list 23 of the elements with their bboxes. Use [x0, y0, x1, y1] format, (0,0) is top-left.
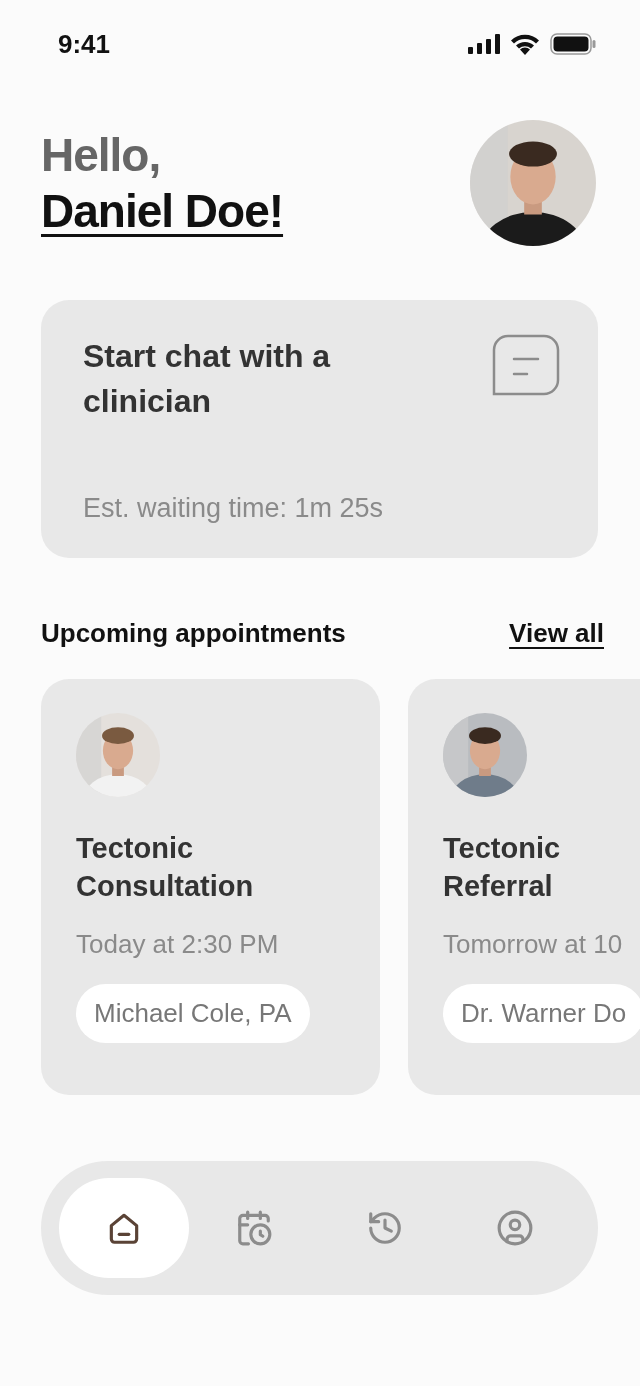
battery-icon: [550, 33, 596, 55]
appointment-card[interactable]: Tectonic Referral Tomorrow at 10 Dr. Warner Do: [408, 679, 640, 1095]
greeting-text: Hello,: [41, 128, 162, 183]
clinician-chip: Michael Cole, PA: [76, 984, 310, 1043]
calendar-clock-icon: [235, 1209, 274, 1247]
chat-card[interactable]: Start chat with a clinician Est. waiting time: 1m 25s: [41, 300, 598, 558]
status-time: 9:41: [58, 28, 111, 60]
appointment-time: Today at 2:30 PM: [76, 929, 279, 960]
chat-card-title: Start chat with a clinician: [83, 337, 332, 421]
waiting-time: Est. waiting time: 1m 25s: [83, 493, 385, 524]
section-title: Upcoming appointments: [41, 618, 346, 649]
profile-icon: [496, 1209, 534, 1247]
clinician-chip: Dr. Warner Do: [443, 984, 640, 1043]
nav-tab[interactable]: [59, 1178, 189, 1278]
signal-icon: [468, 34, 500, 54]
appointment-title: Tectonic Referral: [443, 831, 562, 904]
user-name: Daniel Doe!: [41, 184, 284, 239]
chat-bubble-icon: [492, 334, 560, 396]
appointment-card[interactable]: Tectonic Consultation Today at 2:30 PM Michael Cole, PA: [41, 679, 380, 1095]
appointment-time: Tomorrow at 10: [443, 929, 623, 960]
view-all-link[interactable]: View all: [509, 618, 604, 649]
appointment-title: Tectonic Consultation: [76, 831, 255, 904]
wifi-icon: [510, 33, 540, 55]
